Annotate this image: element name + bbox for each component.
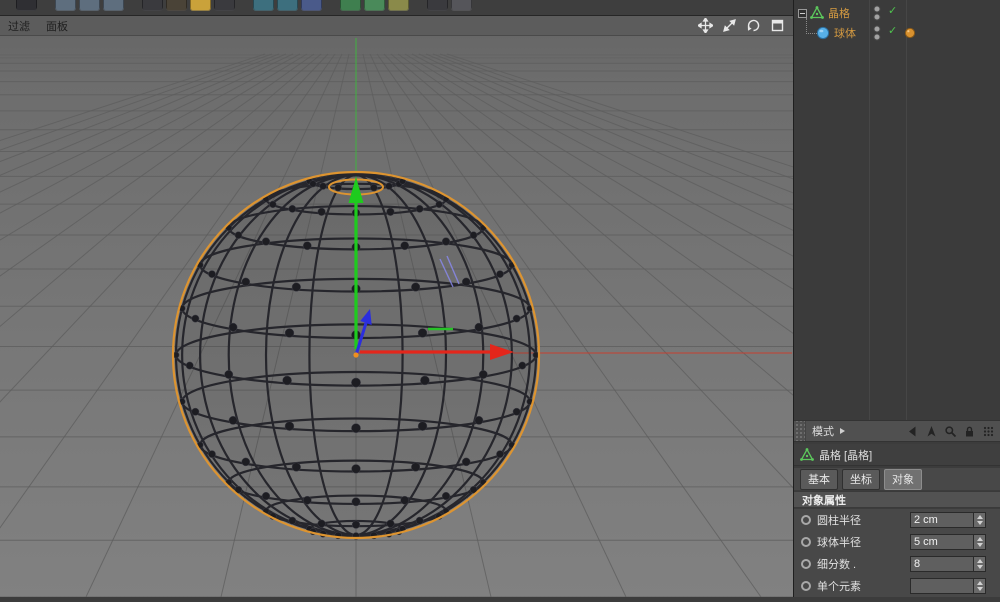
single-element-input[interactable] xyxy=(911,579,973,593)
stepper-icon[interactable] xyxy=(973,535,985,549)
mode-bar: 模式 xyxy=(794,420,1000,442)
toolbar-icon[interactable] xyxy=(190,0,211,11)
toolbar-icon[interactable] xyxy=(364,0,385,11)
toolbar-icon[interactable] xyxy=(301,0,322,11)
attr-label: 圆柱半径 xyxy=(817,512,910,528)
stepper-icon[interactable] xyxy=(973,513,985,527)
attr-row-sphere-radius: 球体半径 xyxy=(794,531,1000,553)
object-label: 晶格 xyxy=(828,5,850,21)
om-column-divider xyxy=(869,0,870,420)
toolbar-icon[interactable] xyxy=(166,0,187,11)
maximize-view-icon[interactable] xyxy=(770,18,785,33)
right-panel: 晶格 ✓ 球体 ✓ 模式 xyxy=(793,0,1000,597)
magnifier-icon[interactable] xyxy=(944,425,957,438)
keyframe-circle-icon[interactable] xyxy=(801,515,811,525)
toolbar-icon[interactable] xyxy=(103,0,124,11)
attribute-title-row: 晶格 [晶格] xyxy=(794,444,1000,466)
tree-collapse-icon[interactable] xyxy=(798,9,807,18)
object-label: 球体 xyxy=(834,25,856,41)
grid-icon[interactable] xyxy=(982,425,995,438)
menu-panel[interactable]: 面板 xyxy=(46,18,68,34)
attribute-rows: 圆柱半径 球体半径 细分数 . 单个元素 xyxy=(794,509,1000,597)
toolbar-icon[interactable] xyxy=(16,0,37,11)
tab-basic[interactable]: 基本 xyxy=(800,469,838,490)
stepper-icon[interactable] xyxy=(973,579,985,593)
lattice-icon xyxy=(800,448,814,462)
sphere-radius-field xyxy=(910,534,986,550)
keyframe-circle-icon[interactable] xyxy=(801,537,811,547)
viewport-menubar: 过滤 面板 xyxy=(0,16,793,36)
cylinder-radius-field xyxy=(910,512,986,528)
sphere-icon xyxy=(816,26,830,40)
attr-label: 球体半径 xyxy=(817,534,910,550)
back-arrow-icon[interactable] xyxy=(906,425,919,438)
mode-expand-icon[interactable] xyxy=(840,428,845,434)
main-toolbar xyxy=(0,0,793,16)
viewport-canvas[interactable] xyxy=(0,36,793,597)
visibility-dots-icon[interactable] xyxy=(873,5,881,21)
zoom-view-icon[interactable] xyxy=(722,18,737,33)
subdivisions-input[interactable] xyxy=(911,557,973,571)
object-row-lattice[interactable]: 晶格 ✓ xyxy=(794,3,1000,23)
attr-row-cylinder-radius: 圆柱半径 xyxy=(794,509,1000,531)
attribute-object-title: 晶格 [晶格] xyxy=(819,447,872,463)
object-manager: 晶格 ✓ 球体 ✓ xyxy=(794,0,1000,420)
stepper-icon[interactable] xyxy=(973,557,985,571)
phong-tag-icon[interactable] xyxy=(904,27,916,39)
cylinder-radius-input[interactable] xyxy=(911,513,973,527)
single-element-field xyxy=(910,578,986,594)
lattice-sphere-object[interactable] xyxy=(173,172,539,539)
toolbar-icon[interactable] xyxy=(340,0,361,11)
toolbar-icon[interactable] xyxy=(388,0,409,11)
tab-coordinates[interactable]: 坐标 xyxy=(842,469,880,490)
object-row-sphere[interactable]: 球体 ✓ xyxy=(794,23,1000,43)
menu-filter[interactable]: 过滤 xyxy=(8,18,30,34)
sphere-radius-input[interactable] xyxy=(911,535,973,549)
toolbar-icon[interactable] xyxy=(214,0,235,11)
cursor-icon[interactable] xyxy=(925,425,938,438)
keyframe-circle-icon[interactable] xyxy=(801,559,811,569)
toolbar-icon[interactable] xyxy=(55,0,76,11)
gizmo-center xyxy=(353,352,358,357)
visibility-dots-icon[interactable] xyxy=(873,25,881,41)
attr-label: 单个元素 xyxy=(817,578,910,594)
panel-grip[interactable] xyxy=(794,421,806,441)
toolbar-icon[interactable] xyxy=(451,0,472,11)
toolbar-icon[interactable] xyxy=(253,0,274,11)
tab-object[interactable]: 对象 xyxy=(884,469,922,490)
attr-row-subdivisions: 细分数 . xyxy=(794,553,1000,575)
enable-check-icon[interactable]: ✓ xyxy=(888,6,897,17)
om-column-divider xyxy=(906,0,907,420)
lock-icon[interactable] xyxy=(963,425,976,438)
toolbar-icon[interactable] xyxy=(277,0,298,11)
enable-check-icon[interactable]: ✓ xyxy=(888,26,897,37)
rotate-view-icon[interactable] xyxy=(746,18,761,33)
subdivisions-field xyxy=(910,556,986,572)
toolbar-icon[interactable] xyxy=(79,0,100,11)
attribute-tabs: 基本 坐标 对象 xyxy=(794,468,1000,490)
section-object-properties[interactable]: 对象属性 xyxy=(794,491,1000,508)
mode-label: 模式 xyxy=(812,423,834,439)
toolbar-icon[interactable] xyxy=(142,0,163,11)
keyframe-circle-icon[interactable] xyxy=(801,581,811,591)
pan-view-icon[interactable] xyxy=(698,18,713,33)
attr-label: 细分数 . xyxy=(817,556,910,572)
toolbar-icon[interactable] xyxy=(427,0,448,11)
viewport-nav xyxy=(698,18,785,33)
attr-row-single-element: 单个元素 xyxy=(794,575,1000,597)
